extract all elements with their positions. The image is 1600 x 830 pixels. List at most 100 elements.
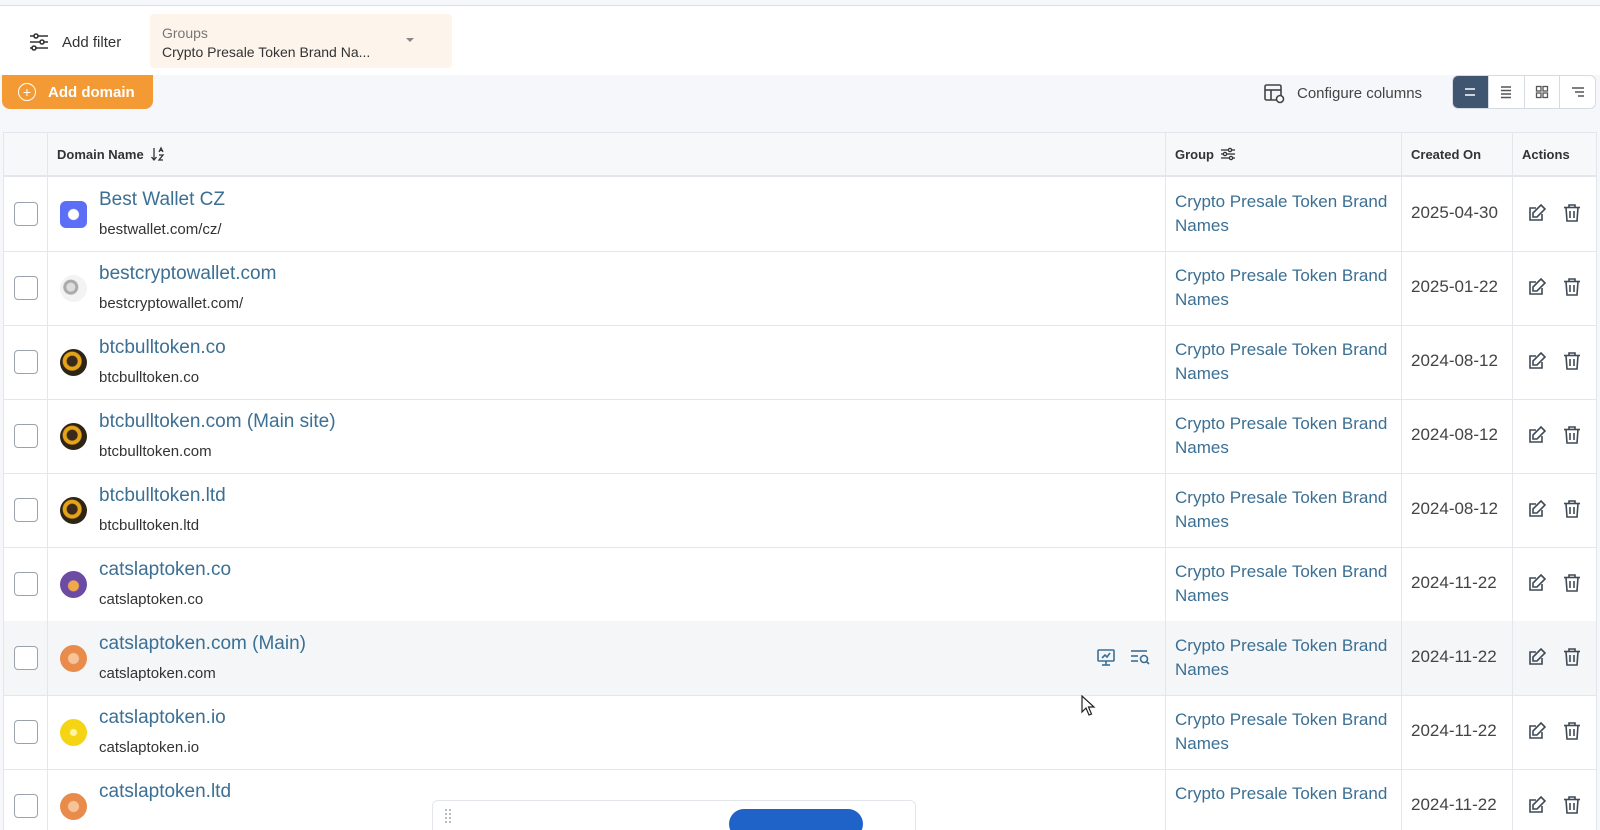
created-date: 2024-11-22 [1411, 795, 1497, 814]
domain-title-link[interactable]: btcbulltoken.com (Main site) [99, 411, 336, 433]
group-link[interactable]: Crypto Presale Token Brand Names [1175, 560, 1397, 608]
view-mode-toggle [1452, 75, 1596, 109]
row-checkbox[interactable] [14, 276, 38, 300]
view-tree-button[interactable] [1560, 76, 1595, 108]
row-checkbox[interactable] [14, 498, 38, 522]
group-link[interactable]: Crypto Presale Token Brand Names [1175, 338, 1397, 386]
trash-icon[interactable] [1561, 720, 1583, 742]
row-checkbox[interactable] [14, 572, 38, 596]
trash-icon[interactable] [1561, 424, 1583, 446]
group-link[interactable]: Crypto Presale Token Brand [1175, 782, 1397, 806]
edit-icon[interactable] [1526, 794, 1548, 816]
edit-icon[interactable] [1526, 424, 1548, 446]
drag-handle-icon[interactable] [445, 809, 451, 823]
add-filter-label: Add filter [62, 33, 122, 51]
view-grid-button[interactable] [1525, 76, 1561, 108]
edit-icon[interactable] [1526, 646, 1548, 668]
table-row[interactable]: btcbulltoken.ltd btcbulltoken.ltd Crypto… [4, 473, 1596, 548]
row-select-cell [4, 547, 48, 621]
groups-filter-select[interactable]: Groups Crypto Presale Token Brand Na... [150, 14, 452, 68]
domain-title-link[interactable]: bestcryptowallet.com [99, 263, 276, 285]
edit-icon[interactable] [1526, 720, 1548, 742]
list-icon [1501, 86, 1512, 99]
trash-icon[interactable] [1561, 202, 1583, 224]
group-link[interactable]: Crypto Presale Token Brand Names [1175, 412, 1397, 460]
table-row[interactable]: btcbulltoken.com (Main site) btcbulltoke… [4, 399, 1596, 474]
domain-title-link[interactable]: Best Wallet CZ [99, 189, 225, 211]
created-date: 2025-01-22 [1411, 277, 1498, 296]
grid-icon [1535, 85, 1549, 99]
domain-title-link[interactable]: btcbulltoken.ltd [99, 485, 226, 507]
trash-icon[interactable] [1561, 350, 1583, 372]
row-select-cell [4, 399, 48, 473]
trash-icon[interactable] [1561, 646, 1583, 668]
monitor-preview-icon[interactable] [1095, 646, 1117, 668]
created-on-cell: 2024-08-12 [1402, 473, 1513, 547]
domain-url: bestwallet.com/cz/ [99, 221, 222, 238]
edit-icon[interactable] [1526, 350, 1548, 372]
table-row[interactable]: btcbulltoken.co btcbulltoken.co Crypto P… [4, 325, 1596, 400]
table-row[interactable]: catslaptoken.co catslaptoken.co Crypto P… [4, 547, 1596, 622]
group-link[interactable]: Crypto Presale Token Brand Names [1175, 634, 1397, 682]
filter-sliders-icon [30, 33, 48, 51]
trash-icon[interactable] [1561, 794, 1583, 816]
edit-icon[interactable] [1526, 202, 1548, 224]
row-checkbox[interactable] [14, 646, 38, 670]
group-link[interactable]: Crypto Presale Token Brand Names [1175, 190, 1397, 238]
actions-cell [1513, 547, 1596, 621]
table-row[interactable]: catslaptoken.com (Main) catslaptoken.com… [4, 621, 1596, 696]
table-row[interactable]: catslaptoken.io catslaptoken.io Crypto P… [4, 695, 1596, 770]
trash-icon[interactable] [1561, 276, 1583, 298]
created-on-cell: 2025-04-30 [1402, 177, 1513, 251]
caret-down-icon [406, 38, 414, 42]
row-checkbox[interactable] [14, 720, 38, 744]
domain-url: catslaptoken.io [99, 739, 200, 756]
trash-icon[interactable] [1561, 572, 1583, 594]
group-link[interactable]: Crypto Presale Token Brand Names [1175, 708, 1397, 756]
domain-url: btcbulltoken.ltd [99, 517, 200, 534]
created-on-cell: 2024-08-12 [1402, 325, 1513, 399]
trash-icon[interactable] [1561, 498, 1583, 520]
group-link[interactable]: Crypto Presale Token Brand Names [1175, 486, 1397, 534]
view-list-button[interactable] [1489, 76, 1525, 108]
domain-title-link[interactable]: catslaptoken.io [99, 707, 226, 729]
header-select-column [4, 133, 48, 175]
group-cell: Crypto Presale Token Brand Names [1166, 325, 1402, 399]
edit-icon[interactable] [1526, 276, 1548, 298]
header-actions-label: Actions [1522, 146, 1570, 162]
domain-title-link[interactable]: catslaptoken.com (Main) [99, 633, 306, 655]
header-created-on[interactable]: Created On [1402, 133, 1513, 175]
header-domain-name[interactable]: Domain Name [48, 133, 1166, 175]
domain-cell: btcbulltoken.com (Main site) btcbulltoke… [48, 399, 1166, 473]
primary-action-button[interactable] [729, 809, 863, 830]
domain-title-link[interactable]: catslaptoken.co [99, 559, 231, 581]
domain-title-link[interactable]: btcbulltoken.co [99, 337, 226, 359]
add-domain-button[interactable]: + Add domain [2, 75, 153, 109]
row-checkbox[interactable] [14, 794, 38, 818]
btcbull-icon [60, 497, 87, 524]
actions-cell [1513, 251, 1596, 325]
row-select-cell [4, 769, 48, 830]
view-compact-button[interactable] [1453, 76, 1489, 108]
edit-icon[interactable] [1526, 498, 1548, 520]
table-row[interactable]: Best Wallet CZ bestwallet.com/cz/ Crypto… [4, 177, 1596, 252]
header-group[interactable]: Group [1166, 133, 1402, 175]
row-checkbox[interactable] [14, 424, 38, 448]
row-checkbox[interactable] [14, 350, 38, 374]
search-list-icon[interactable] [1129, 646, 1151, 668]
domain-title-link[interactable]: catslaptoken.ltd [99, 781, 231, 803]
group-link[interactable]: Crypto Presale Token Brand Names [1175, 264, 1397, 312]
table-row[interactable]: bestcryptowallet.com bestcryptowallet.co… [4, 251, 1596, 326]
table-columns-icon [1264, 84, 1285, 104]
add-filter-button[interactable]: Add filter [28, 24, 121, 60]
domain-cell: btcbulltoken.ltd btcbulltoken.ltd [48, 473, 1166, 547]
filter-bar: Add filter Groups Crypto Presale Token B… [0, 5, 1600, 75]
row-checkbox[interactable] [14, 202, 38, 226]
group-cell: Crypto Presale Token Brand Names [1166, 399, 1402, 473]
filter-sliders-icon[interactable] [1220, 146, 1236, 162]
groups-filter-value: Crypto Presale Token Brand Na... [162, 44, 371, 60]
edit-icon[interactable] [1526, 572, 1548, 594]
row-select-cell [4, 695, 48, 769]
tree-list-icon [1571, 87, 1584, 97]
configure-columns-button[interactable]: Configure columns [1263, 78, 1422, 108]
